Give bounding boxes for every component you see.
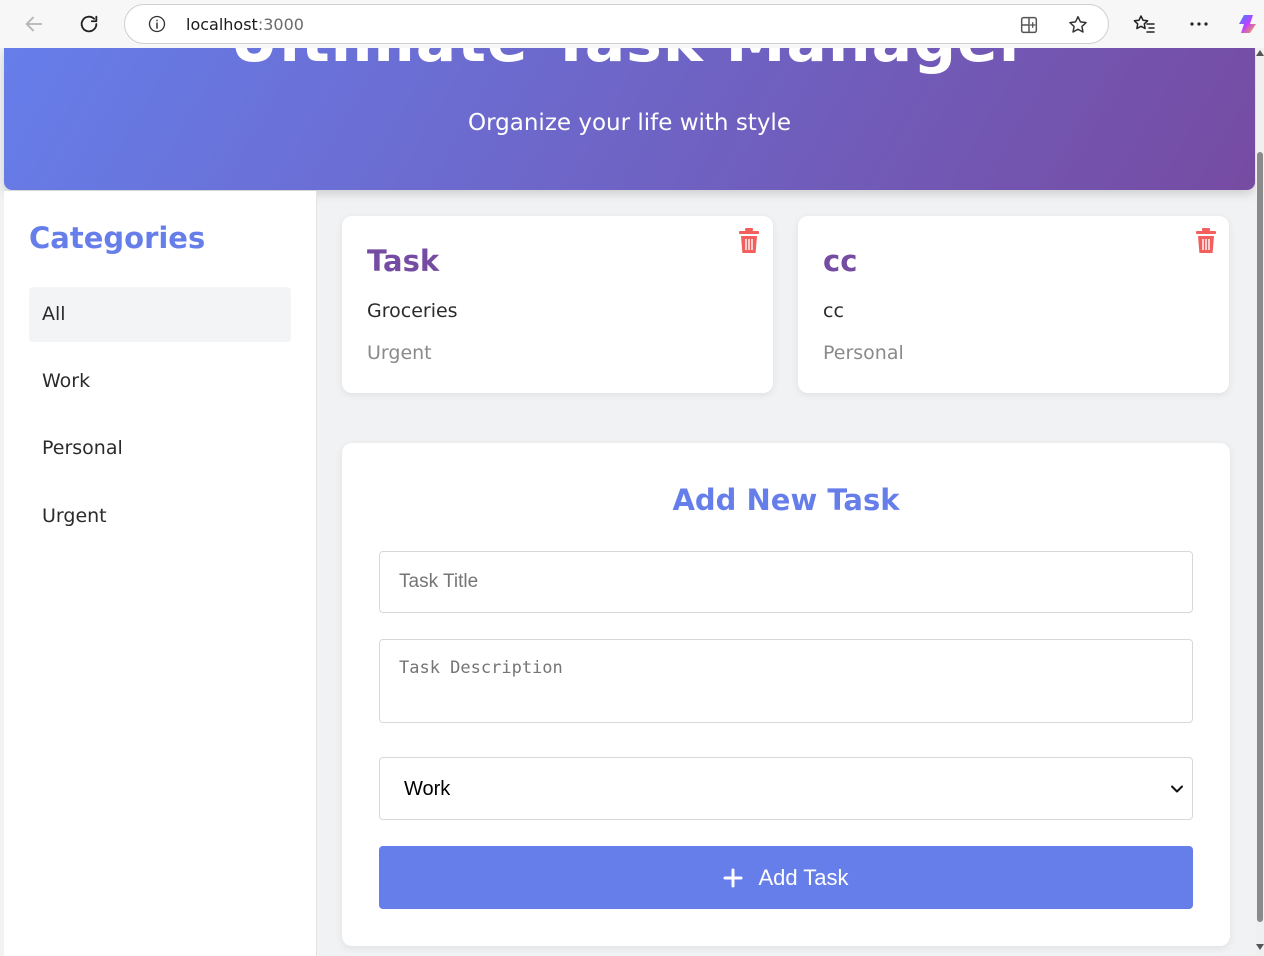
page-subtitle: Organize your life with style bbox=[468, 110, 791, 136]
task-card: cc cc Personal bbox=[798, 216, 1229, 393]
category-select[interactable]: Work bbox=[379, 757, 1193, 820]
refresh-icon bbox=[80, 15, 98, 33]
chevron-down-icon bbox=[1171, 785, 1183, 793]
browser-toolbar: localhost:3000 bbox=[0, 0, 1264, 48]
sidebar-item-personal[interactable]: Personal bbox=[29, 421, 291, 476]
header-banner: Ultimate Task Manager Organize your life… bbox=[4, 48, 1255, 190]
copilot-icon[interactable] bbox=[1238, 12, 1262, 36]
add-task-button[interactable]: Add Task bbox=[379, 846, 1193, 909]
sidebar-item-urgent[interactable]: Urgent bbox=[29, 489, 291, 544]
plus-icon bbox=[723, 868, 743, 887]
task-category: Personal bbox=[823, 342, 904, 364]
task-title: cc bbox=[823, 244, 858, 278]
category-select-value: Work bbox=[404, 778, 451, 800]
refresh-button[interactable] bbox=[73, 8, 105, 40]
trash-icon[interactable] bbox=[1195, 228, 1217, 254]
sidebar-item-work[interactable]: Work bbox=[29, 354, 291, 409]
more-icon[interactable] bbox=[1187, 12, 1211, 36]
task-category: Urgent bbox=[367, 342, 432, 364]
favorites-icon[interactable] bbox=[1132, 12, 1156, 36]
address-bar[interactable]: localhost:3000 bbox=[124, 4, 1109, 44]
add-task-form: Add New Task Work Add Task bbox=[342, 443, 1230, 946]
scroll-down-arrow-icon[interactable] bbox=[1256, 944, 1264, 950]
page: Ultimate Task Manager Organize your life… bbox=[0, 48, 1256, 956]
task-card: Task Groceries Urgent bbox=[342, 216, 773, 393]
sidebar-title: Categories bbox=[29, 221, 206, 255]
form-title: Add New Task bbox=[672, 483, 900, 517]
task-description-input[interactable] bbox=[379, 639, 1193, 723]
task-description: cc bbox=[823, 300, 844, 322]
scroll-up-arrow-icon[interactable] bbox=[1256, 50, 1264, 56]
task-title-input[interactable] bbox=[379, 551, 1193, 613]
sidebar: Categories All Work Personal Urgent bbox=[4, 191, 317, 956]
task-description: Groceries bbox=[367, 300, 458, 322]
back-arrow-icon bbox=[25, 16, 43, 32]
split-screen-icon[interactable] bbox=[1018, 14, 1040, 36]
scrollbar-thumb[interactable] bbox=[1257, 152, 1263, 922]
url-text[interactable]: localhost:3000 bbox=[186, 15, 304, 34]
trash-icon[interactable] bbox=[738, 228, 760, 254]
task-title: Task bbox=[367, 244, 440, 278]
info-icon[interactable] bbox=[147, 14, 167, 34]
star-icon[interactable] bbox=[1067, 14, 1089, 36]
sidebar-item-all[interactable]: All bbox=[29, 287, 291, 342]
page-title: Ultimate Task Manager bbox=[4, 48, 1255, 76]
back-button[interactable] bbox=[18, 8, 50, 40]
add-task-label: Add Task bbox=[758, 864, 849, 890]
page-scrollbar[interactable] bbox=[1256, 48, 1264, 956]
